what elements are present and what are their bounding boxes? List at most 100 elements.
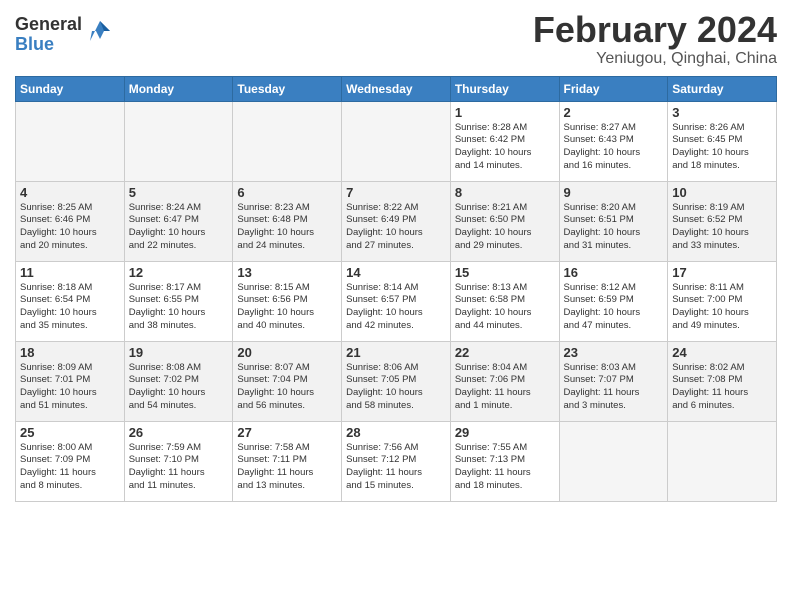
day-number: 8 [455,185,555,200]
day-info: Sunrise: 8:15 AM Sunset: 6:56 PM Dayligh… [237,282,337,333]
day-number: 1 [455,105,555,120]
col-header-saturday: Saturday [668,76,777,101]
day-info: Sunrise: 8:23 AM Sunset: 6:48 PM Dayligh… [237,202,337,253]
calendar-cell: 6 Sunrise: 8:23 AM Sunset: 6:48 PM Daylig… [233,181,342,261]
calendar-cell: 5 Sunrise: 8:24 AM Sunset: 6:47 PM Daylig… [124,181,233,261]
calendar-week-4: 18 Sunrise: 8:09 AM Sunset: 7:01 PM Dayli… [16,341,777,421]
calendar-cell: 2 Sunrise: 8:27 AM Sunset: 6:43 PM Daylig… [559,101,668,181]
day-number: 29 [455,425,555,440]
day-info: Sunrise: 8:08 AM Sunset: 7:02 PM Dayligh… [129,362,229,413]
day-number: 22 [455,345,555,360]
calendar-cell [233,101,342,181]
day-number: 12 [129,265,229,280]
col-header-sunday: Sunday [16,76,125,101]
day-info: Sunrise: 7:56 AM Sunset: 7:12 PM Dayligh… [346,442,446,493]
day-info: Sunrise: 8:06 AM Sunset: 7:05 PM Dayligh… [346,362,446,413]
calendar-cell: 8 Sunrise: 8:21 AM Sunset: 6:50 PM Daylig… [450,181,559,261]
day-number: 3 [672,105,772,120]
day-number: 24 [672,345,772,360]
calendar-week-5: 25 Sunrise: 8:00 AM Sunset: 7:09 PM Dayli… [16,421,777,501]
col-header-thursday: Thursday [450,76,559,101]
calendar-cell: 13 Sunrise: 8:15 AM Sunset: 6:56 PM Dayli… [233,261,342,341]
calendar-cell [559,421,668,501]
calendar-cell: 12 Sunrise: 8:17 AM Sunset: 6:55 PM Dayli… [124,261,233,341]
day-info: Sunrise: 8:19 AM Sunset: 6:52 PM Dayligh… [672,202,772,253]
day-number: 21 [346,345,446,360]
month-year: February 2024 [533,10,777,50]
day-info: Sunrise: 8:00 AM Sunset: 7:09 PM Dayligh… [20,442,120,493]
calendar-cell: 7 Sunrise: 8:22 AM Sunset: 6:49 PM Daylig… [342,181,451,261]
day-number: 25 [20,425,120,440]
day-number: 26 [129,425,229,440]
day-number: 9 [564,185,664,200]
day-info: Sunrise: 8:26 AM Sunset: 6:45 PM Dayligh… [672,122,772,173]
day-info: Sunrise: 8:21 AM Sunset: 6:50 PM Dayligh… [455,202,555,253]
day-info: Sunrise: 8:02 AM Sunset: 7:08 PM Dayligh… [672,362,772,413]
day-info: Sunrise: 7:58 AM Sunset: 7:11 PM Dayligh… [237,442,337,493]
calendar-cell: 18 Sunrise: 8:09 AM Sunset: 7:01 PM Dayli… [16,341,125,421]
calendar-cell: 10Sunrise: 8:19 AM Sunset: 6:52 PM Dayli… [668,181,777,261]
calendar-cell [16,101,125,181]
day-number: 6 [237,185,337,200]
day-number: 17 [672,265,772,280]
day-info: Sunrise: 8:27 AM Sunset: 6:43 PM Dayligh… [564,122,664,173]
day-number: 13 [237,265,337,280]
logo: General Blue [15,15,114,55]
calendar-cell: 26 Sunrise: 7:59 AM Sunset: 7:10 PM Dayli… [124,421,233,501]
day-number: 23 [564,345,664,360]
col-header-monday: Monday [124,76,233,101]
calendar-cell: 19Sunrise: 8:08 AM Sunset: 7:02 PM Dayli… [124,341,233,421]
day-info: Sunrise: 8:14 AM Sunset: 6:57 PM Dayligh… [346,282,446,333]
day-number: 20 [237,345,337,360]
day-info: Sunrise: 8:12 AM Sunset: 6:59 PM Dayligh… [564,282,664,333]
day-info: Sunrise: 7:59 AM Sunset: 7:10 PM Dayligh… [129,442,229,493]
calendar-cell: 28 Sunrise: 7:56 AM Sunset: 7:12 PM Dayli… [342,421,451,501]
calendar-week-1: 1 Sunrise: 8:28 AM Sunset: 6:42 PM Daylig… [16,101,777,181]
calendar-cell: 4Sunrise: 8:25 AM Sunset: 6:46 PM Daylig… [16,181,125,261]
day-number: 5 [129,185,229,200]
day-number: 16 [564,265,664,280]
calendar-header-row: SundayMondayTuesdayWednesdayThursdayFrid… [16,76,777,101]
calendar-cell: 16 Sunrise: 8:12 AM Sunset: 6:59 PM Dayli… [559,261,668,341]
calendar-cell: 22 Sunrise: 8:04 AM Sunset: 7:06 PM Dayli… [450,341,559,421]
calendar-cell: 17Sunrise: 8:11 AM Sunset: 7:00 PM Dayli… [668,261,777,341]
calendar-cell [342,101,451,181]
calendar-cell: 1 Sunrise: 8:28 AM Sunset: 6:42 PM Daylig… [450,101,559,181]
day-info: Sunrise: 8:03 AM Sunset: 7:07 PM Dayligh… [564,362,664,413]
calendar-cell: 3 Sunrise: 8:26 AM Sunset: 6:45 PM Daylig… [668,101,777,181]
day-number: 4 [20,185,120,200]
day-number: 27 [237,425,337,440]
calendar-cell: 29 Sunrise: 7:55 AM Sunset: 7:13 PM Dayli… [450,421,559,501]
calendar-cell [124,101,233,181]
day-info: Sunrise: 8:28 AM Sunset: 6:42 PM Dayligh… [455,122,555,173]
day-info: Sunrise: 8:17 AM Sunset: 6:55 PM Dayligh… [129,282,229,333]
day-number: 2 [564,105,664,120]
day-info: Sunrise: 8:24 AM Sunset: 6:47 PM Dayligh… [129,202,229,253]
calendar-cell [668,421,777,501]
day-info: Sunrise: 8:04 AM Sunset: 7:06 PM Dayligh… [455,362,555,413]
calendar-cell: 27 Sunrise: 7:58 AM Sunset: 7:11 PM Dayli… [233,421,342,501]
calendar-cell: 15Sunrise: 8:13 AM Sunset: 6:58 PM Dayli… [450,261,559,341]
calendar-table: SundayMondayTuesdayWednesdayThursdayFrid… [15,76,777,502]
day-info: Sunrise: 8:22 AM Sunset: 6:49 PM Dayligh… [346,202,446,253]
calendar-week-2: 4Sunrise: 8:25 AM Sunset: 6:46 PM Daylig… [16,181,777,261]
logo-blue: Blue [15,35,82,55]
day-number: 14 [346,265,446,280]
day-number: 11 [20,265,120,280]
calendar-cell: 23 Sunrise: 8:03 AM Sunset: 7:07 PM Dayli… [559,341,668,421]
page-header: General Blue February 2024 Yeniugou, Qin… [15,10,777,68]
calendar-cell: 20 Sunrise: 8:07 AM Sunset: 7:04 PM Dayli… [233,341,342,421]
day-number: 7 [346,185,446,200]
title-block: February 2024 Yeniugou, Qinghai, China [533,10,777,68]
day-number: 15 [455,265,555,280]
location: Yeniugou, Qinghai, China [533,50,777,68]
calendar-cell: 9 Sunrise: 8:20 AM Sunset: 6:51 PM Daylig… [559,181,668,261]
day-info: Sunrise: 8:20 AM Sunset: 6:51 PM Dayligh… [564,202,664,253]
calendar-cell: 11Sunrise: 8:18 AM Sunset: 6:54 PM Dayli… [16,261,125,341]
day-info: Sunrise: 7:55 AM Sunset: 7:13 PM Dayligh… [455,442,555,493]
day-info: Sunrise: 8:07 AM Sunset: 7:04 PM Dayligh… [237,362,337,413]
day-number: 28 [346,425,446,440]
day-number: 18 [20,345,120,360]
calendar-cell: 21 Sunrise: 8:06 AM Sunset: 7:05 PM Dayli… [342,341,451,421]
day-info: Sunrise: 8:09 AM Sunset: 7:01 PM Dayligh… [20,362,120,413]
